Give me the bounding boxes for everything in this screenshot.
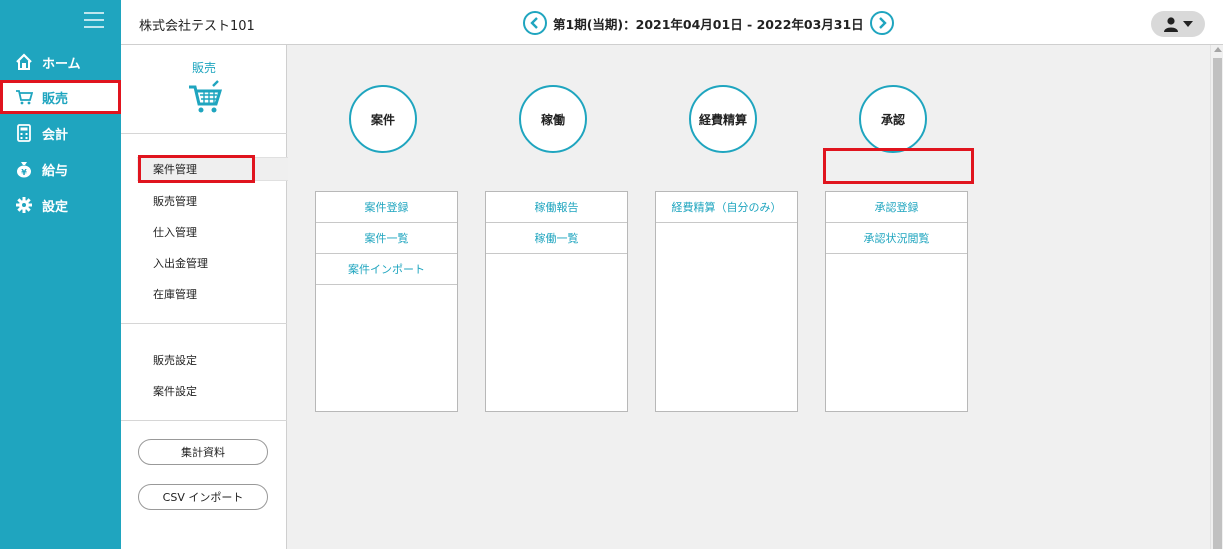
left-nav: ホーム 販売 会計 ¥ 給与 設定 xyxy=(0,0,121,549)
aggregate-report-button[interactable]: 集計資料 xyxy=(138,439,268,465)
nav-item-sales[interactable]: 販売 xyxy=(0,80,121,114)
nav-item-accounting[interactable]: 会計 xyxy=(0,116,121,150)
highlight-box xyxy=(138,155,255,183)
prev-period-button[interactable] xyxy=(523,11,547,35)
main-content: 案件 案件登録 案件一覧 案件インポート 稼働 稼働報告 稼働一覧 経費精算 経… xyxy=(288,45,1210,549)
expense-settlement-link[interactable]: 経費精算（自分のみ） xyxy=(656,192,797,223)
nav-item-label: ホーム xyxy=(42,56,81,72)
menu-sales-settings[interactable]: 販売設定 xyxy=(153,352,197,368)
top-bar: 株式会社テスト101 第1期(当期)：2021年04月01日 - 2022年03… xyxy=(121,0,1223,45)
menu-payment-management[interactable]: 入出金管理 xyxy=(153,255,208,271)
chevron-left-icon xyxy=(530,17,538,29)
nav-item-payroll[interactable]: ¥ 給与 xyxy=(0,152,121,186)
nav-item-home[interactable]: ホーム xyxy=(0,45,121,79)
period-selector: 第1期(当期)：2021年04月01日 - 2022年03月31日 xyxy=(523,11,894,35)
case-register-link[interactable]: 案件登録 xyxy=(316,192,457,223)
card-title: 案件 xyxy=(349,85,417,153)
case-list-link[interactable]: 案件一覧 xyxy=(316,223,457,254)
period-text: 第1期(当期)：2021年04月01日 - 2022年03月31日 xyxy=(553,16,864,32)
svg-text:¥: ¥ xyxy=(21,168,27,177)
nav-item-label: 会計 xyxy=(42,127,69,143)
caret-down-icon xyxy=(1183,21,1193,27)
user-icon xyxy=(1164,17,1178,32)
menu-sales-management[interactable]: 販売管理 xyxy=(153,193,197,209)
case-import-link[interactable]: 案件インポート xyxy=(316,254,457,285)
card-menu: 案件登録 案件一覧 案件インポート xyxy=(315,191,458,412)
csv-import-button[interactable]: CSV インポート xyxy=(138,484,268,510)
sales-subpanel: 販売 案件管理 販売管理 仕入管理 入出金管理 在庫管理 販売設定 案件設定 集… xyxy=(121,45,289,549)
divider xyxy=(121,323,287,324)
card-menu: 承認登録 承認状況閲覧 xyxy=(825,191,968,412)
card-title: 承認 xyxy=(859,85,927,153)
vertical-scrollbar[interactable] xyxy=(1210,45,1223,549)
nav-item-settings[interactable]: 設定 xyxy=(0,188,121,222)
scroll-thumb[interactable] xyxy=(1213,58,1222,549)
approval-status-link[interactable]: 承認状況閲覧 xyxy=(826,223,967,254)
gear-icon xyxy=(14,195,34,215)
money-bag-icon: ¥ xyxy=(14,159,34,179)
chevron-right-icon xyxy=(878,17,887,29)
nav-item-label: 設定 xyxy=(42,199,69,215)
operation-report-link[interactable]: 稼働報告 xyxy=(486,192,627,223)
menu-case-settings[interactable]: 案件設定 xyxy=(153,383,197,399)
hamburger-menu-icon[interactable] xyxy=(84,12,104,28)
menu-purchase-management[interactable]: 仕入管理 xyxy=(153,224,197,240)
scroll-up-icon[interactable] xyxy=(1214,47,1222,52)
nav-item-label: 販売 xyxy=(42,91,69,107)
menu-inventory-management[interactable]: 在庫管理 xyxy=(153,286,197,302)
card-title: 経費精算 xyxy=(689,85,757,153)
card-menu: 経費精算（自分のみ） xyxy=(655,191,798,412)
approval-register-link[interactable]: 承認登録 xyxy=(826,192,967,223)
company-name: 株式会社テスト101 xyxy=(139,19,255,34)
card-menu: 稼働報告 稼働一覧 xyxy=(485,191,628,412)
subpanel-title: 販売 xyxy=(191,61,216,75)
operation-list-link[interactable]: 稼働一覧 xyxy=(486,223,627,254)
divider xyxy=(121,420,287,421)
divider xyxy=(121,133,287,134)
user-menu-button[interactable] xyxy=(1151,11,1205,37)
calculator-icon xyxy=(14,123,34,143)
highlight-box xyxy=(823,148,974,184)
home-icon xyxy=(14,52,34,72)
cart-icon xyxy=(188,80,223,118)
cart-icon xyxy=(14,87,34,107)
next-period-button[interactable] xyxy=(869,11,894,35)
card-title: 稼働 xyxy=(519,85,587,153)
nav-item-label: 給与 xyxy=(42,163,69,179)
